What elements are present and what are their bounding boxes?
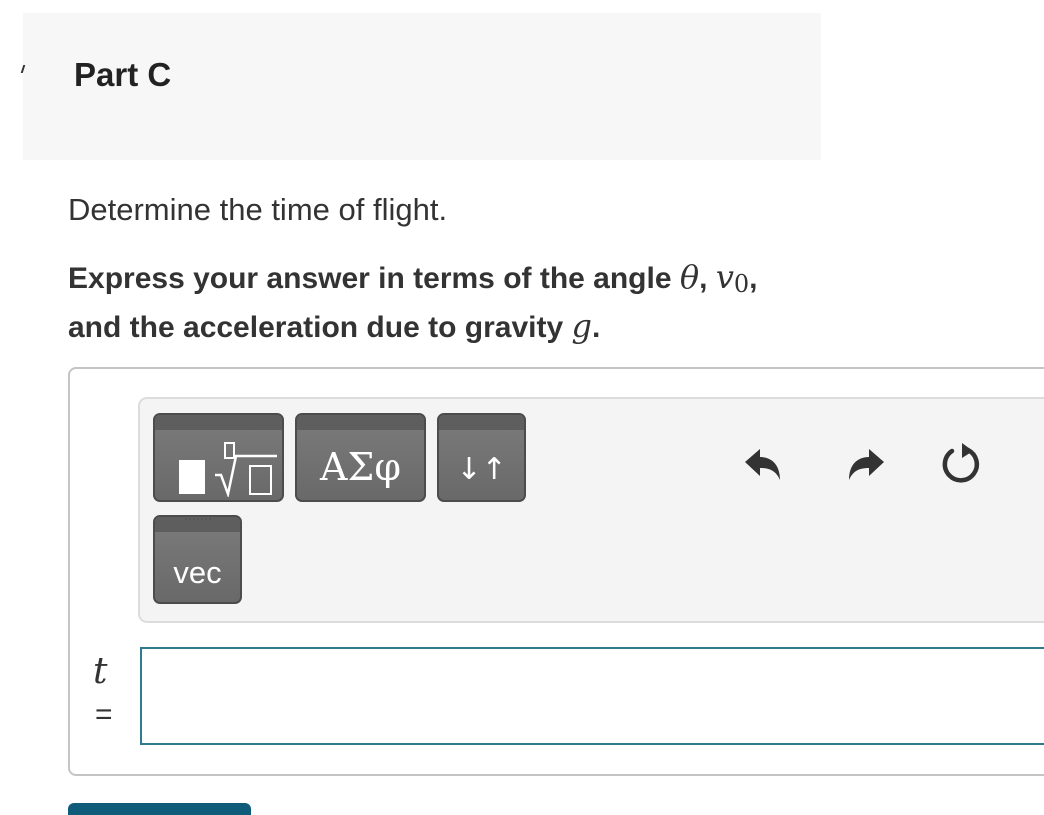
redo-icon[interactable] bbox=[843, 440, 889, 486]
templates-block-icon bbox=[179, 460, 205, 494]
vec-dots bbox=[185, 518, 211, 521]
instruction-prefix: Express your answer in terms of the angl… bbox=[68, 262, 680, 295]
answer-variable: t bbox=[93, 651, 108, 692]
arrows-button[interactable]: ↓↑ bbox=[437, 413, 526, 502]
question-text: Determine the time of flight. bbox=[68, 192, 448, 227]
v-symbol: v bbox=[715, 258, 734, 296]
part-title: Part C bbox=[74, 56, 172, 93]
comma-1: , bbox=[699, 262, 716, 295]
period: . bbox=[591, 311, 601, 344]
comma-2: , bbox=[749, 262, 758, 295]
equals-sign: = bbox=[95, 698, 113, 731]
reset-icon[interactable] bbox=[938, 440, 984, 486]
button-cap bbox=[439, 415, 524, 430]
instruction-line2: and the acceleration due to gravity bbox=[68, 311, 572, 344]
button-cap bbox=[297, 415, 424, 430]
answer-input[interactable] bbox=[140, 647, 1044, 745]
instruction-text: Express your answer in terms of the angl… bbox=[68, 256, 828, 349]
g-symbol: g bbox=[571, 307, 592, 345]
arrows-label: ↓↑ bbox=[456, 452, 507, 487]
vec-button[interactable]: vec bbox=[153, 515, 242, 604]
greek-symbols-button[interactable]: ΑΣφ bbox=[295, 413, 426, 502]
v-subscript: 0 bbox=[733, 270, 750, 298]
vec-label: vec bbox=[173, 555, 222, 590]
submit-button[interactable] bbox=[68, 803, 251, 815]
templates-button[interactable] bbox=[153, 413, 284, 502]
theta-symbol: θ bbox=[679, 258, 700, 296]
button-cap bbox=[155, 415, 282, 430]
templates-icon bbox=[215, 442, 277, 497]
greek-symbols-label: ΑΣφ bbox=[320, 445, 401, 489]
undo-icon[interactable] bbox=[740, 440, 786, 486]
